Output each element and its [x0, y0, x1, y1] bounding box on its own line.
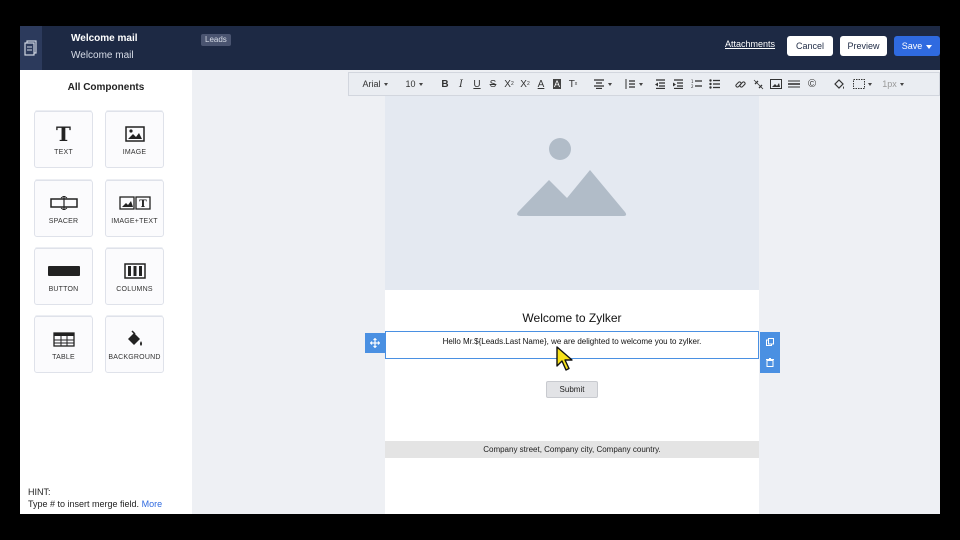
- fill-color-icon[interactable]: [829, 73, 849, 95]
- highlight-color-icon[interactable]: A: [549, 73, 565, 95]
- template-subject: Welcome mail: [71, 50, 134, 61]
- subscript-icon[interactable]: X2: [501, 73, 517, 95]
- font-color-icon[interactable]: A: [533, 73, 549, 95]
- component-table[interactable]: TABLE: [34, 316, 93, 373]
- caret-down-icon: [926, 44, 933, 49]
- cancel-button[interactable]: Cancel: [787, 36, 833, 56]
- component-columns[interactable]: COLUMNS: [105, 248, 164, 305]
- email-headline[interactable]: Welcome to Zylker: [385, 311, 759, 325]
- component-image-text[interactable]: T IMAGE+TEXT: [105, 180, 164, 237]
- component-image[interactable]: IMAGE: [105, 111, 164, 168]
- columns-icon: [106, 259, 163, 283]
- underline-icon[interactable]: U: [469, 73, 485, 95]
- paint-bucket-icon: [106, 327, 163, 351]
- border-width-select[interactable]: 1px: [879, 73, 907, 95]
- image-placeholder-icon: [517, 138, 627, 216]
- border-width-value: 1px: [882, 79, 897, 89]
- panel-title: All Components: [67, 82, 145, 93]
- insert-image-icon[interactable]: [767, 73, 785, 95]
- component-label: TEXT: [54, 149, 73, 156]
- font-family-value: Arial: [362, 79, 381, 89]
- component-label: BACKGROUND: [108, 354, 161, 361]
- component-background[interactable]: BACKGROUND: [105, 316, 164, 373]
- hero-image-placeholder[interactable]: [385, 96, 759, 290]
- italic-icon[interactable]: I: [453, 73, 469, 95]
- template-title: Welcome mail: [71, 33, 138, 44]
- svg-text:T: T: [139, 199, 147, 210]
- table-icon: [35, 327, 92, 351]
- mouse-cursor-icon: [556, 346, 574, 377]
- clear-format-icon[interactable]: Tx: [565, 73, 581, 95]
- superscript-icon[interactable]: X2: [517, 73, 533, 95]
- email-footer[interactable]: Company street, Company city, Company co…: [385, 441, 759, 458]
- component-label: TABLE: [52, 354, 75, 361]
- font-family-select[interactable]: Arial: [355, 73, 395, 95]
- component-label: SPACER: [48, 218, 79, 225]
- text-icon: T: [56, 122, 71, 146]
- svg-text:2: 2: [691, 84, 694, 89]
- hint-message: Type # to insert merge field.: [28, 499, 140, 509]
- image-icon: [106, 122, 163, 146]
- line-height-icon[interactable]: [621, 73, 645, 95]
- email-submit-button[interactable]: Submit: [546, 381, 598, 398]
- email-body-text[interactable]: Hello Mr.${Leads.Last Name}, we are deli…: [386, 337, 758, 346]
- bold-icon[interactable]: B: [437, 73, 453, 95]
- save-button-label: Save: [901, 41, 923, 51]
- hint-more-link[interactable]: More: [142, 499, 163, 509]
- strikethrough-icon[interactable]: S: [485, 73, 501, 95]
- component-label: BUTTON: [48, 286, 79, 293]
- editor-header: Welcome mail Welcome mail Leads Attachme…: [20, 26, 940, 70]
- indent-icon[interactable]: [669, 73, 687, 95]
- component-label: COLUMNS: [116, 286, 153, 293]
- button-icon: [35, 259, 92, 283]
- align-icon[interactable]: [589, 73, 615, 95]
- horizontal-line-icon[interactable]: [785, 73, 803, 95]
- component-label: IMAGE: [122, 149, 147, 156]
- spacer-icon: [35, 191, 92, 215]
- hint-label: HINT:: [28, 487, 51, 497]
- component-text[interactable]: T TEXT: [34, 111, 93, 168]
- font-size-select[interactable]: 10: [401, 73, 427, 95]
- duplicate-icon[interactable]: [760, 332, 780, 352]
- font-size-value: 10: [405, 79, 416, 89]
- module-badge: Leads: [201, 34, 231, 46]
- component-label: IMAGE+TEXT: [111, 218, 158, 225]
- border-style-icon[interactable]: [849, 73, 875, 95]
- numbered-list-icon[interactable]: 12: [687, 73, 705, 95]
- block-actions: [760, 332, 780, 373]
- components-panel: All Components T TEXT IMAGE SPACER T IMA…: [20, 70, 192, 514]
- email-canvas: Welcome to Zylker Hello Mr.${Leads.Last …: [385, 96, 759, 514]
- outdent-icon[interactable]: [651, 73, 669, 95]
- delete-icon[interactable]: [760, 352, 780, 372]
- save-button[interactable]: Save: [894, 36, 940, 56]
- special-character-icon[interactable]: ©: [803, 73, 821, 95]
- preview-button[interactable]: Preview: [840, 36, 887, 56]
- hint-body: Type # to insert merge field. More: [28, 498, 162, 510]
- unlink-icon[interactable]: [749, 73, 767, 95]
- component-spacer[interactable]: SPACER: [34, 180, 93, 237]
- hint-text: HINT: Type # to insert merge field. More: [28, 486, 162, 510]
- email-template-editor: Welcome mail Welcome mail Leads Attachme…: [20, 26, 940, 514]
- link-icon[interactable]: [731, 73, 749, 95]
- component-button[interactable]: BUTTON: [34, 248, 93, 305]
- formatting-toolbar: Arial 10 B I U S X2 X2 A A Tx 12 © 1px: [348, 72, 940, 96]
- image-text-icon: T: [106, 191, 163, 215]
- attachments-link[interactable]: Attachments: [725, 39, 775, 49]
- template-app-icon[interactable]: [20, 26, 42, 70]
- move-handle-icon[interactable]: [365, 333, 385, 353]
- bullet-list-icon[interactable]: [705, 73, 723, 95]
